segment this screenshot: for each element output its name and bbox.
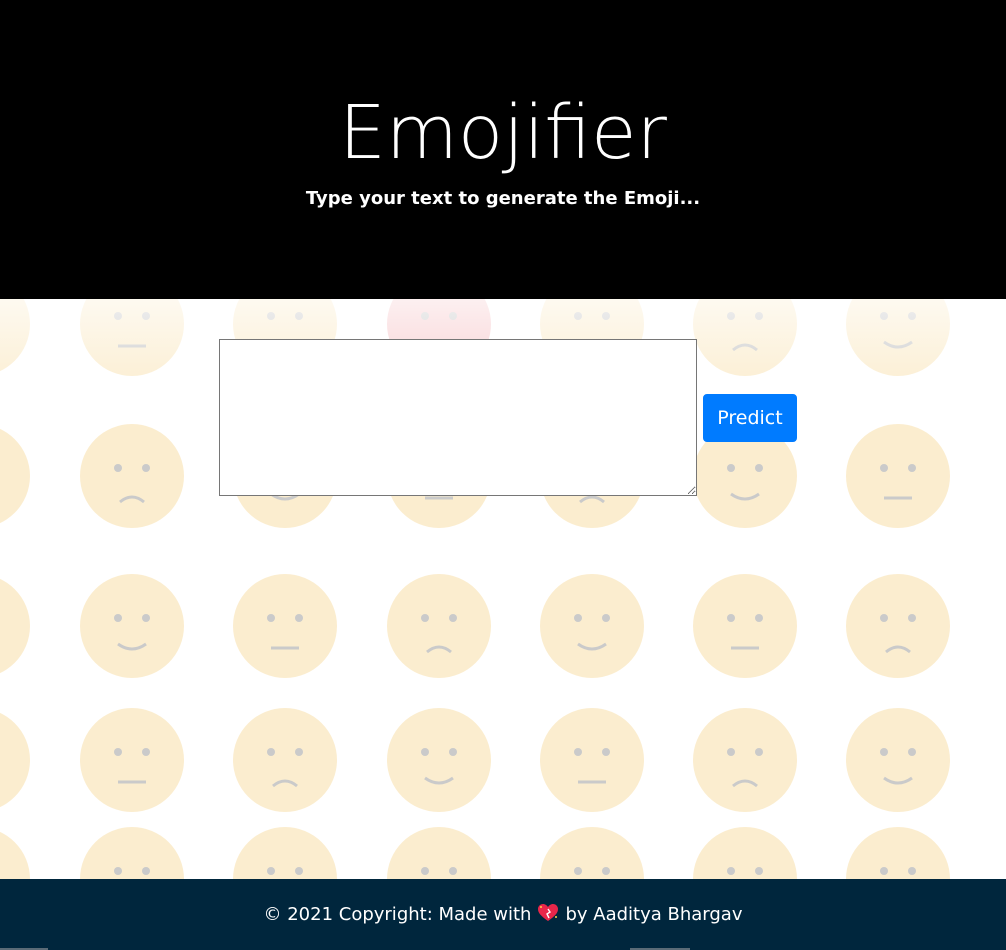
emoji-face-icon [540, 708, 644, 812]
footer-text-before: © 2021 Copyright: Made with [263, 904, 532, 925]
emoji-face-icon [387, 574, 491, 678]
emoji-face-icon [233, 827, 337, 879]
emoji-face-icon [846, 708, 950, 812]
emoji-text-input[interactable] [219, 339, 697, 496]
emoji-face-icon [80, 574, 184, 678]
emoji-face-icon [80, 299, 184, 376]
emoji-face-icon [80, 708, 184, 812]
main-section: Predict [0, 299, 1006, 879]
sparkling-heart-icon [538, 904, 559, 921]
page-subtitle: Type your text to generate the Emoji... [305, 188, 701, 209]
emoji-face-icon [387, 708, 491, 812]
footer-copyright: © 2021 Copyright: Made with by Aaditya B… [0, 903, 1006, 927]
predict-button[interactable]: Predict [703, 394, 797, 442]
emoji-face-icon [846, 827, 950, 879]
emoji-face-icon [0, 712, 30, 808]
emoji-face-icon [693, 708, 797, 812]
emoji-face-icon [846, 299, 950, 376]
emoji-face-icon [0, 831, 30, 879]
emoji-face-icon [540, 827, 644, 879]
emoji-face-icon [693, 574, 797, 678]
emoji-face-icon [846, 424, 950, 528]
emoji-face-icon [233, 574, 337, 678]
emoji-face-icon [846, 574, 950, 678]
emoji-face-icon [0, 299, 30, 372]
footer-text-after: by Aaditya Bhargav [565, 904, 743, 925]
emoji-face-icon [0, 578, 30, 674]
emoji-face-icon [540, 574, 644, 678]
emoji-face-icon [0, 428, 30, 524]
emoji-face-icon [80, 827, 184, 879]
page-title: Emojifier [339, 90, 667, 176]
page-footer: © 2021 Copyright: Made with by Aaditya B… [0, 879, 1006, 950]
page-header: Emojifier Type your text to generate the… [0, 0, 1006, 299]
emoji-face-icon [387, 827, 491, 879]
emoji-face-icon [80, 424, 184, 528]
emoji-face-icon [233, 708, 337, 812]
emoji-face-icon [693, 827, 797, 879]
emoji-face-icon [693, 299, 797, 376]
